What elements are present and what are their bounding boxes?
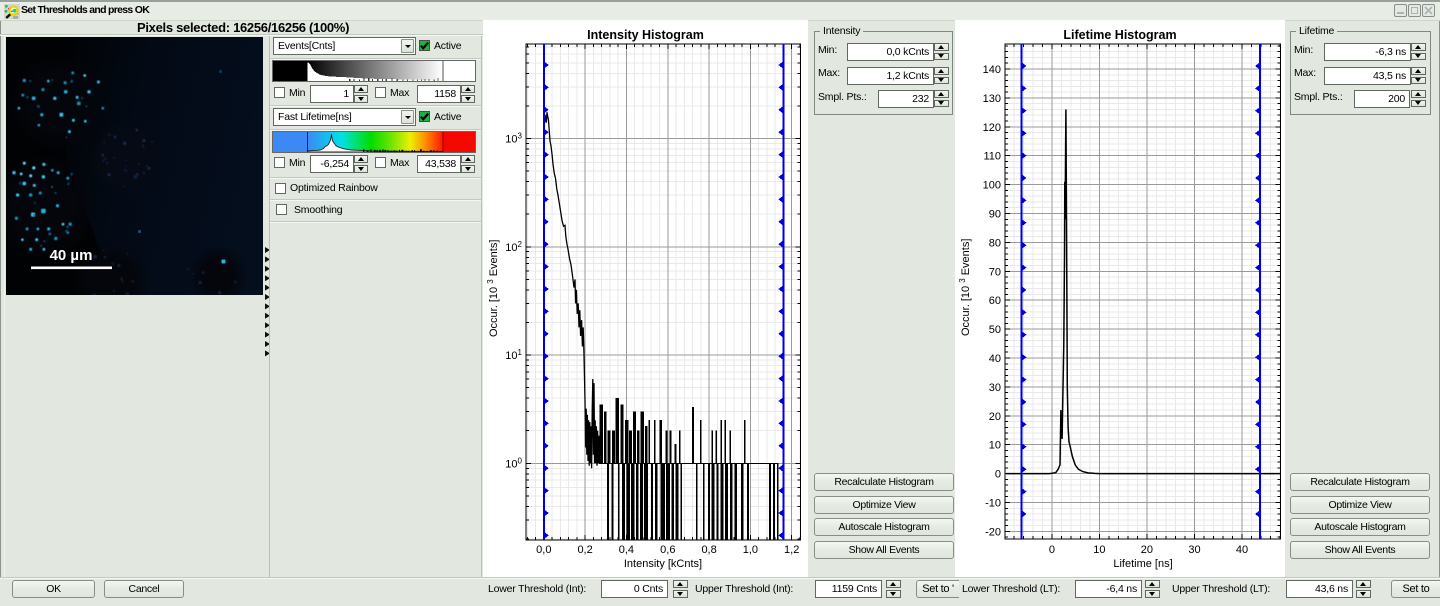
svg-text:0,6: 0,6 (660, 544, 675, 556)
svg-text:100: 100 (505, 456, 522, 470)
svg-text:70: 70 (989, 266, 1001, 278)
svg-text:-20: -20 (985, 526, 1001, 538)
svg-text:120: 120 (983, 122, 1001, 134)
svg-text:Lifetime Histogram: Lifetime Histogram (1063, 28, 1176, 42)
svg-text:1,0: 1,0 (743, 544, 758, 556)
svg-text:Lifetime [ns]: Lifetime [ns] (1113, 558, 1172, 570)
svg-text:130: 130 (983, 93, 1001, 105)
svg-text:0,8: 0,8 (701, 544, 716, 556)
svg-text:102: 102 (505, 240, 522, 254)
svg-text:140: 140 (983, 64, 1001, 76)
svg-text:110: 110 (983, 151, 1001, 163)
svg-text:40: 40 (989, 353, 1001, 365)
svg-text:40: 40 (1236, 544, 1248, 556)
svg-text:50: 50 (989, 324, 1001, 336)
svg-text:10: 10 (989, 440, 1001, 452)
svg-text:30: 30 (989, 382, 1001, 394)
svg-text:30: 30 (1188, 544, 1200, 556)
svg-text:Occur. [10 3 Events]: Occur. [10 3 Events] (958, 239, 972, 336)
svg-text:0,4: 0,4 (619, 544, 634, 556)
svg-text:20: 20 (1141, 544, 1153, 556)
svg-text:-10: -10 (985, 498, 1001, 510)
svg-text:1,2: 1,2 (784, 544, 799, 556)
svg-text:Intensity [kCnts]: Intensity [kCnts] (624, 558, 702, 570)
svg-text:0,0: 0,0 (536, 544, 551, 556)
svg-text:20: 20 (989, 411, 1001, 423)
svg-text:0,2: 0,2 (577, 544, 592, 556)
svg-text:60: 60 (989, 295, 1001, 307)
svg-text:Intensity Histogram: Intensity Histogram (587, 28, 704, 42)
svg-text:90: 90 (989, 209, 1001, 221)
svg-text:Occur. [10 3 Events]: Occur. [10 3 Events] (486, 240, 500, 337)
svg-text:80: 80 (989, 237, 1001, 249)
svg-text:0: 0 (995, 469, 1001, 481)
svg-text:10: 10 (1093, 544, 1105, 556)
svg-text:0: 0 (1049, 544, 1055, 556)
svg-text:100: 100 (983, 180, 1001, 192)
svg-text:101: 101 (505, 348, 522, 362)
svg-text:103: 103 (505, 132, 522, 146)
svg-text:40 µm: 40 µm (50, 247, 93, 264)
